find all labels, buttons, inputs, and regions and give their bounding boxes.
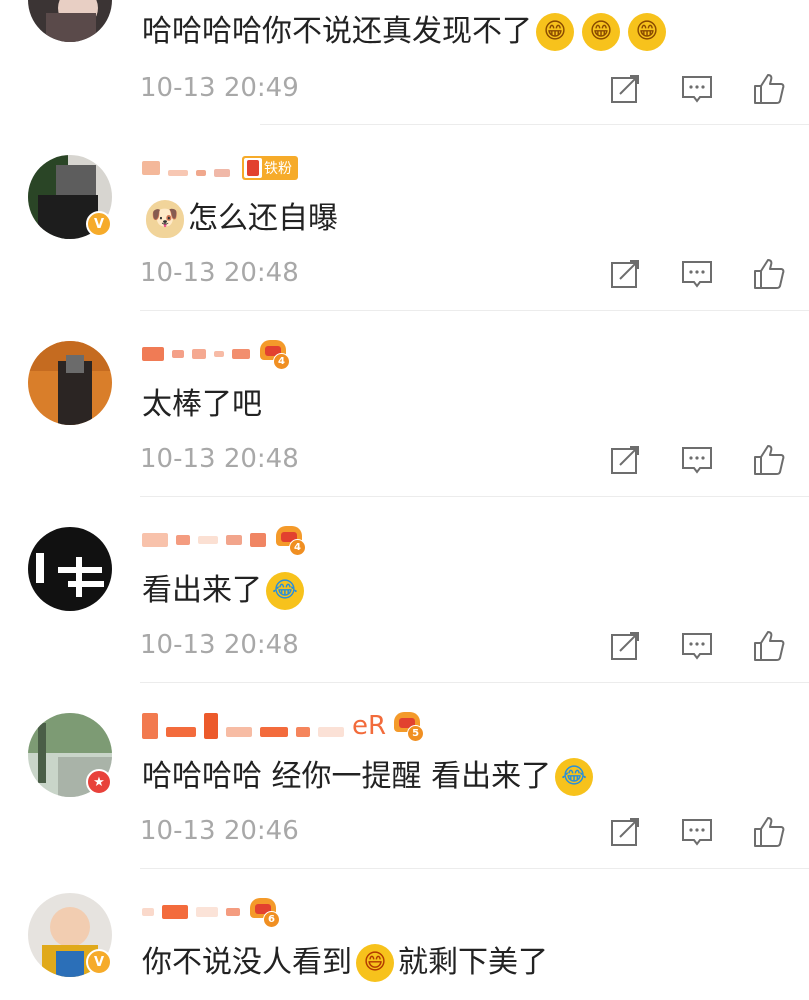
comment-text: 太棒了吧: [142, 387, 262, 422]
like-icon[interactable]: [752, 629, 786, 663]
comment-text-row: 看出来了 😂: [142, 571, 308, 611]
comment-meta: 10-13 20:46: [140, 811, 790, 851]
comment-text: 哈哈哈哈你不说还真发现不了: [142, 14, 532, 49]
comment-icon[interactable]: [680, 443, 714, 477]
divider: [260, 124, 809, 125]
comment-time: 10-13 20:48: [140, 258, 299, 288]
share-icon[interactable]: [608, 815, 642, 849]
divider: [140, 496, 809, 497]
comment-time: 10-13 20:49: [140, 73, 299, 103]
laugh-cry-emoji: 😂: [555, 758, 594, 796]
like-icon[interactable]: [752, 257, 786, 291]
comment-time: 10-13 20:48: [140, 630, 299, 660]
username[interactable]: 6: [142, 897, 280, 928]
grin-emoji: 😁: [536, 13, 574, 51]
username[interactable]: 4: [142, 339, 290, 370]
comment-text: 看出来了: [142, 573, 262, 608]
big-laugh-emoji: 😄: [356, 944, 394, 982]
comment-text-row: 你不说没人看到 😄 就剩下美了: [142, 943, 548, 983]
username-text: eR: [352, 711, 387, 741]
comment-feed: 哈哈哈哈你不说还真发现不了 😁 😁 😁 10-13 20:49 V 铁粉 🐶 怎…: [0, 0, 809, 1000]
like-icon[interactable]: [752, 443, 786, 477]
avatar[interactable]: [28, 341, 112, 425]
comment-meta: 10-13 20:48: [140, 253, 790, 293]
verified-badge: V: [86, 949, 112, 975]
comment-text-row: 太棒了吧: [142, 385, 262, 425]
like-icon[interactable]: [752, 72, 786, 106]
username[interactable]: 铁粉: [142, 153, 298, 183]
laugh-cry-emoji: 😂: [266, 572, 304, 610]
comment-text: 就剩下美了: [398, 945, 548, 980]
comment-text: 怎么还自曝: [188, 201, 338, 236]
comment-time: 10-13 20:46: [140, 816, 299, 846]
doge-emoji: 🐶: [146, 200, 184, 238]
verified-badge: V: [86, 211, 112, 237]
comment-text: 哈哈哈哈 经你一提醒 看出来了: [142, 759, 552, 794]
share-icon[interactable]: [608, 443, 642, 477]
avatar[interactable]: [28, 0, 112, 42]
comment-meta: 10-13 20:49: [140, 68, 790, 108]
divider: [140, 682, 809, 683]
divider: [140, 310, 809, 311]
like-icon[interactable]: [752, 815, 786, 849]
comment-meta: 10-13 20:48: [140, 625, 790, 665]
comment-text-row: 哈哈哈哈 经你一提醒 看出来了 😂: [142, 757, 597, 797]
crown-icon: 4: [274, 526, 306, 556]
username[interactable]: 4: [142, 525, 306, 556]
comment-text-row: 🐶 怎么还自曝: [142, 199, 338, 239]
username[interactable]: eR 5: [142, 711, 425, 742]
comment-icon[interactable]: [680, 72, 714, 106]
crown-icon: 4: [258, 340, 290, 370]
comment-icon[interactable]: [680, 629, 714, 663]
grin-emoji: 😁: [582, 13, 620, 51]
share-icon[interactable]: [608, 257, 642, 291]
share-icon[interactable]: [608, 629, 642, 663]
fan-badge-label: 铁粉: [264, 161, 292, 177]
share-icon[interactable]: [608, 72, 642, 106]
comment-text: 你不说没人看到: [142, 945, 352, 980]
comment-icon[interactable]: [680, 815, 714, 849]
avatar[interactable]: [28, 527, 112, 611]
crown-icon: 6: [248, 898, 280, 928]
grin-emoji: 😁: [628, 13, 666, 51]
divider: [140, 868, 809, 869]
comment-text-row: 哈哈哈哈你不说还真发现不了 😁 😁 😁: [142, 12, 670, 52]
comment-icon[interactable]: [680, 257, 714, 291]
comment-meta: 10-13 20:48: [140, 439, 790, 479]
verified-badge: ★: [86, 769, 112, 795]
crown-icon: 5: [392, 712, 425, 742]
fan-badge: 铁粉: [242, 156, 298, 180]
comment-time: 10-13 20:48: [140, 444, 299, 474]
